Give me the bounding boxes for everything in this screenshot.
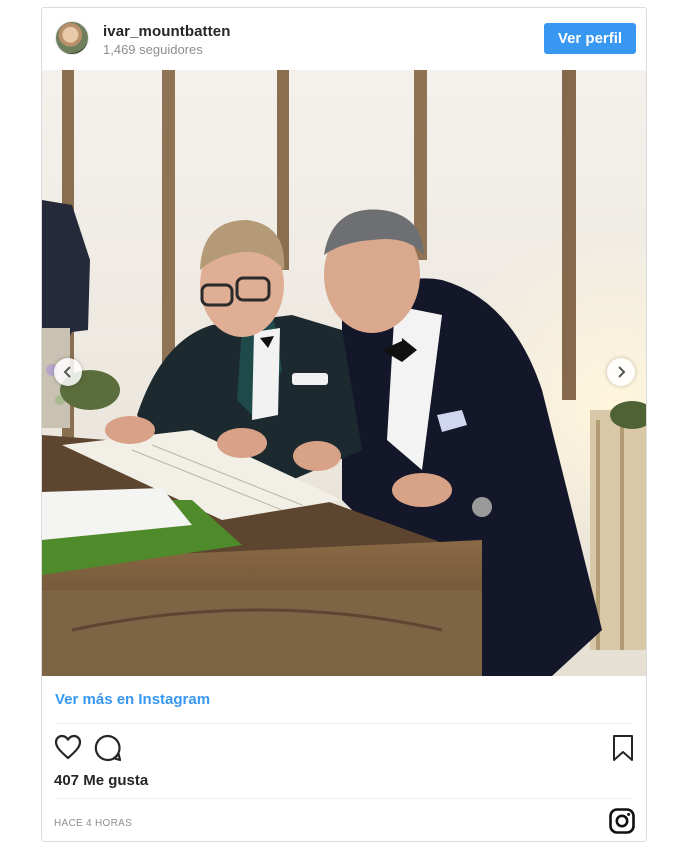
post-header: ivar_mountbatten 1,469 seguidores Ver pe…	[42, 8, 646, 70]
chevron-left-icon	[63, 366, 71, 378]
post-photo-image	[42, 70, 646, 676]
view-more-on-instagram-link[interactable]: Ver más en Instagram	[55, 691, 210, 708]
save-button[interactable]	[612, 734, 634, 767]
instagram-embed-card: ivar_mountbatten 1,469 seguidores Ver pe…	[41, 7, 647, 842]
username[interactable]: ivar_mountbatten	[103, 23, 230, 40]
instagram-icon	[609, 808, 635, 834]
post-timestamp: HACE 4 HORAS	[54, 818, 133, 829]
comment-icon	[94, 734, 122, 762]
divider	[55, 798, 633, 799]
view-profile-button[interactable]: Ver perfil	[544, 23, 636, 54]
like-button[interactable]	[54, 734, 82, 765]
divider	[55, 723, 633, 724]
chevron-right-icon	[618, 366, 626, 378]
user-avatar[interactable]	[55, 21, 89, 55]
bookmark-icon	[613, 735, 633, 761]
instagram-logo-link[interactable]	[609, 808, 635, 839]
next-photo-button[interactable]	[607, 358, 635, 386]
comment-button[interactable]	[94, 734, 122, 767]
follower-count: 1,469 seguidores	[103, 42, 203, 57]
post-photo[interactable]	[42, 70, 646, 676]
like-count: 407 Me gusta	[54, 772, 149, 789]
previous-photo-button[interactable]	[54, 358, 82, 386]
heart-icon	[54, 734, 82, 760]
